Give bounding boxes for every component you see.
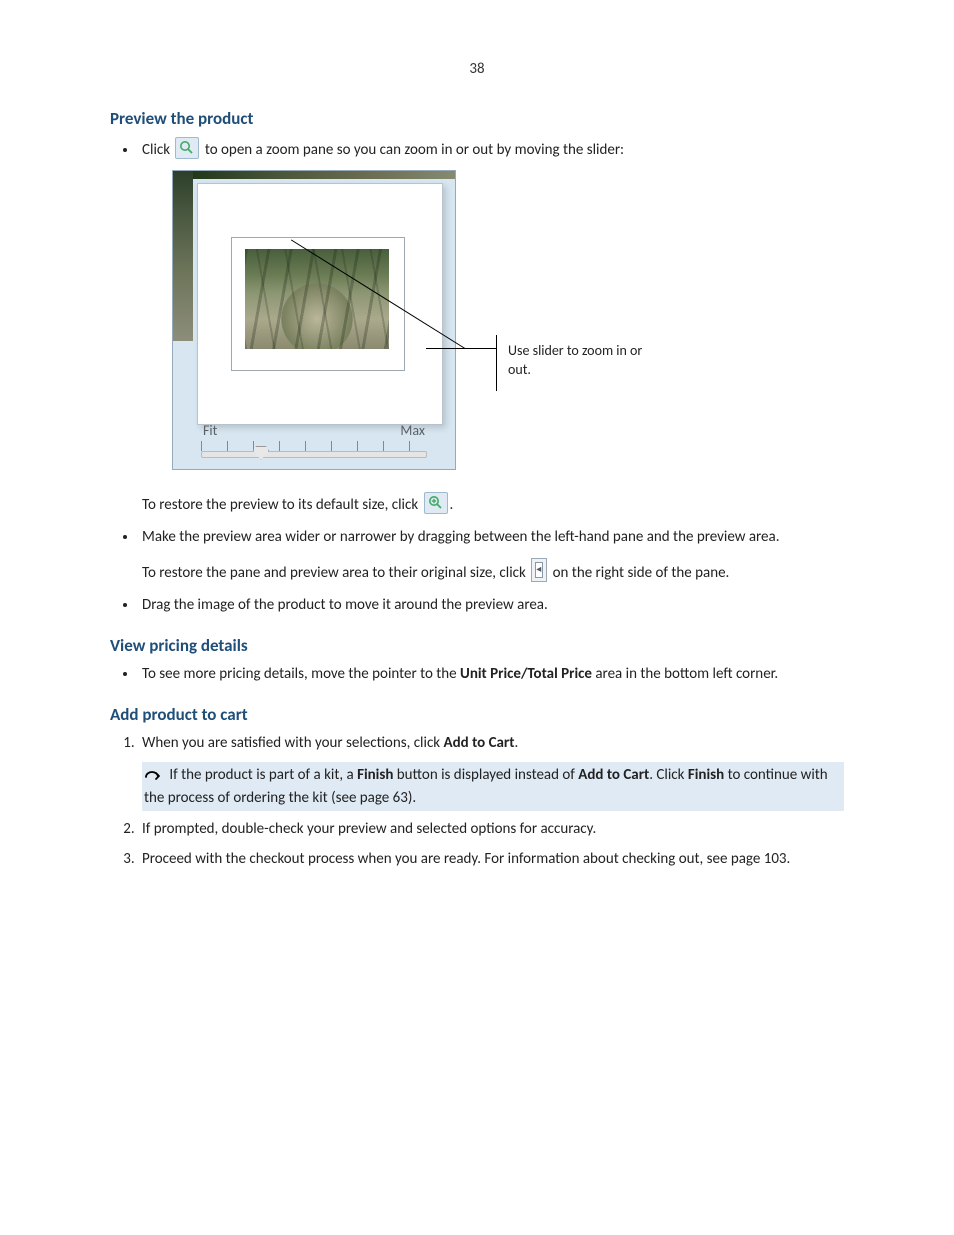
bold-text: Unit Price/Total Price: [460, 665, 592, 683]
zoom-label-max: Max: [400, 421, 425, 441]
callout-text: Use slider to zoom in or out.: [508, 342, 648, 380]
bold-text: Add to Cart: [444, 734, 515, 752]
callout-line: [496, 335, 497, 391]
cart-step-2: If prompted, double-check your preview a…: [138, 819, 844, 841]
restore-size-text: To restore the preview to its default si…: [142, 492, 844, 517]
text: When you are satisfied with your selecti…: [142, 734, 444, 752]
text: on the right side of the pane.: [553, 564, 730, 582]
text: .: [514, 734, 518, 752]
magnifier-icon: [175, 137, 199, 159]
text: to open a zoom pane so you can zoom in o…: [205, 141, 624, 159]
text: If prompted, double-check your preview a…: [142, 820, 596, 838]
zoom-track: [201, 451, 427, 458]
zoom-label-fit: Fit: [203, 421, 217, 441]
zoom-pane-figure: Fit Max Use slider to zoom in or out.: [142, 170, 844, 480]
page-number: 38: [110, 60, 844, 78]
bold-text: Add to Cart: [578, 766, 649, 784]
kit-note: If the product is part of a kit, a Finis…: [142, 762, 844, 811]
text: To see more pricing details, move the po…: [142, 665, 460, 683]
text: . Click: [649, 766, 688, 784]
bold-text: Finish: [357, 766, 393, 784]
background-strip-top: [193, 171, 455, 179]
cart-step-3: Proceed with the checkout process when y…: [138, 849, 844, 871]
document-page: 38 Preview the product Click to open a z…: [0, 0, 954, 1235]
preview-bullet-list: Click to open a zoom pane so you can zoo…: [110, 137, 844, 617]
text: .: [450, 496, 454, 514]
zoom-pane: Fit Max: [172, 170, 456, 470]
background-strip: [173, 171, 193, 341]
callout-line: [426, 348, 496, 349]
zoom-slider: Fit Max: [197, 421, 431, 459]
text: Click: [142, 141, 173, 159]
text: area in the bottom left corner.: [592, 665, 778, 683]
pricing-bullet: To see more pricing details, move the po…: [138, 664, 844, 686]
cart-steps: When you are satisfied with your selecti…: [110, 733, 844, 871]
pricing-bullet-list: To see more pricing details, move the po…: [110, 664, 844, 686]
heading-add-to-cart: Add product to cart: [110, 704, 844, 725]
preview-bullet-resize: Make the preview area wider or narrower …: [138, 527, 844, 586]
arrow-note-icon: [144, 769, 162, 783]
zoom-ticks: [201, 441, 427, 451]
text: Proceed with the checkout process when y…: [142, 850, 790, 868]
heading-preview-product: Preview the product: [110, 108, 844, 129]
text: Make the preview area wider or narrower …: [142, 528, 780, 546]
text: To restore the pane and preview area to …: [142, 564, 529, 582]
text: button is displayed instead of: [393, 766, 578, 784]
cart-step-1: When you are satisfied with your selecti…: [138, 733, 844, 812]
text: Drag the image of the product to move it…: [142, 596, 548, 614]
text: If the product is part of a kit, a: [166, 766, 357, 784]
preview-bullet-zoom: Click to open a zoom pane so you can zoo…: [138, 137, 844, 517]
product-photo: [245, 249, 389, 349]
text: To restore the preview to its default si…: [142, 496, 422, 514]
heading-view-pricing: View pricing details: [110, 635, 844, 656]
bold-text: Finish: [688, 766, 724, 784]
magnifier-plus-icon: [424, 492, 448, 514]
preview-bullet-drag: Drag the image of the product to move it…: [138, 595, 844, 617]
collapse-pane-icon: [531, 558, 547, 582]
restore-pane-text: To restore the pane and preview area to …: [142, 558, 844, 585]
